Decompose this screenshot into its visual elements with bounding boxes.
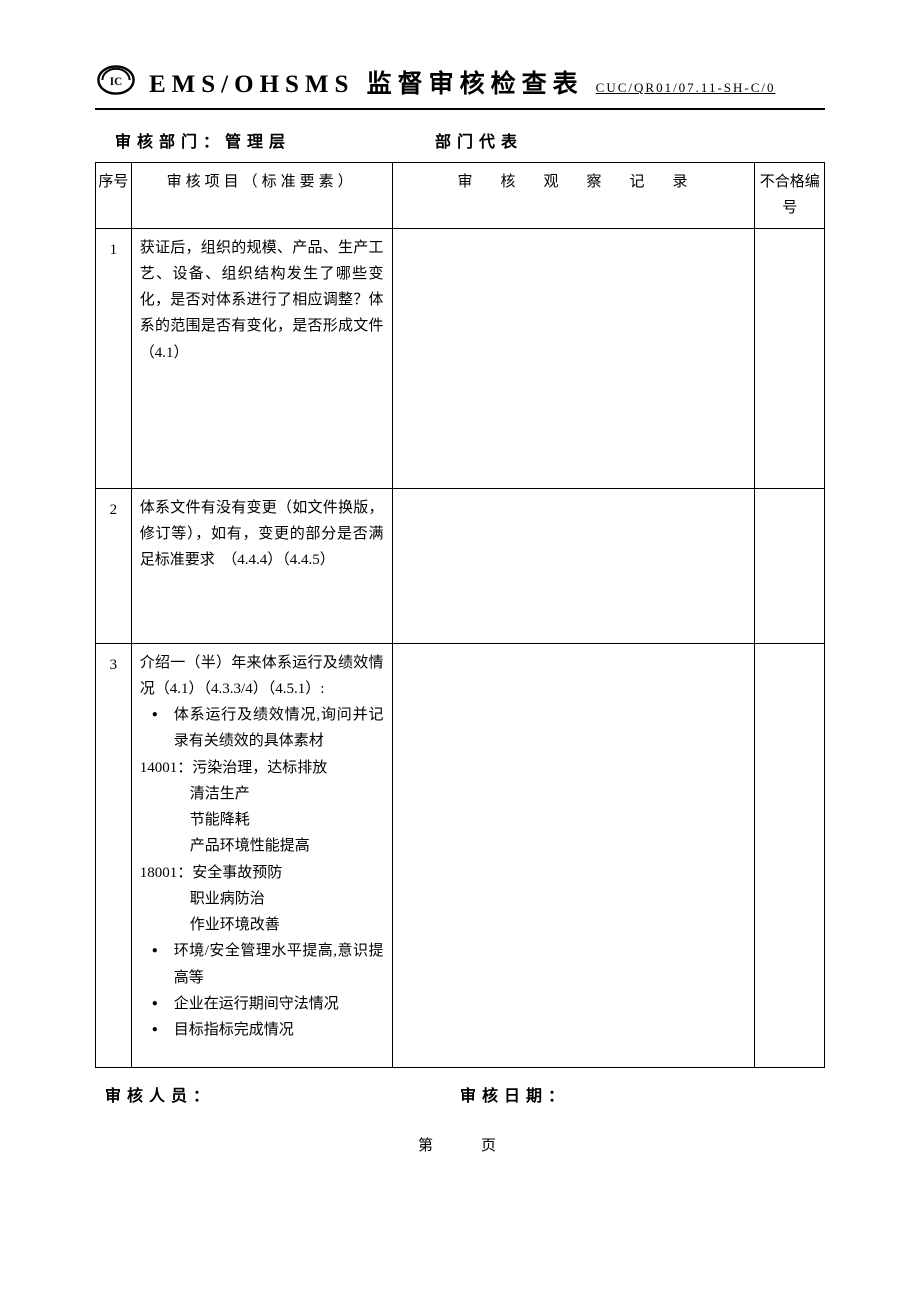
col-nc: 不合格编号 [755, 163, 825, 229]
row-num: 1 [96, 228, 132, 488]
s14001-item: 清洁生产 [140, 781, 384, 807]
bullet-item: ● 体系运行及绩效情况,询问并记录有关绩效的具体素材 [140, 702, 384, 755]
table-header-row: 序号 审核项目（标准要素） 审核观察记录 不合格编号 [96, 163, 825, 229]
bullet-icon: ● [152, 1017, 174, 1043]
table-row: 1 获证后，组织的规模、产品、生产工艺、设备、组织结构发生了哪些变化，是否对体系… [96, 228, 825, 488]
footer-row: 审核人员： 审核日期： [105, 1082, 825, 1106]
row-nc [755, 643, 825, 1068]
bullet-icon: ● [152, 702, 174, 728]
row-nc [755, 488, 825, 643]
row-record [392, 228, 755, 488]
row-item: 体系文件有没有变更（如文件换版，修订等），如有，变更的部分是否满足标准要求 （4… [131, 488, 392, 643]
s14001-label: 14001： [140, 760, 193, 776]
row-num: 2 [96, 488, 132, 643]
dept-value: 管理层 [225, 134, 291, 151]
item-intro: 介绍一（半）年来体系运行及绩效情况（4.1）（4.3.3/4）（4.5.1）: [140, 650, 384, 703]
svg-text:IC: IC [110, 76, 122, 88]
dept-label: 审核部门： [115, 134, 225, 151]
col-num: 序号 [96, 163, 132, 229]
s18001-label: 18001： [140, 865, 193, 881]
s18001-item: 职业病防治 [140, 886, 384, 912]
col-record: 审核观察记录 [392, 163, 755, 229]
row-nc [755, 228, 825, 488]
s14001-item: 污染治理，达标排放 [192, 760, 327, 776]
bullet-item: ● 环境/安全管理水平提高,意识提高等 [140, 938, 384, 991]
row-item: 获证后，组织的规模、产品、生产工艺、设备、组织结构发生了哪些变化，是否对体系进行… [131, 228, 392, 488]
bullet-item: ● 目标指标完成情况 [140, 1017, 384, 1043]
item-text: 体系文件有没有变更（如文件换版，修订等），如有，变更的部分是否满足标准要求 （4… [140, 495, 384, 574]
section-18001: 18001：安全事故预防 [140, 860, 384, 886]
bullet-text: 目标指标完成情况 [174, 1017, 384, 1043]
bullet-text: 企业在运行期间守法情况 [174, 991, 384, 1017]
page-number: 第 页 [95, 1134, 825, 1155]
item-text: 获证后，组织的规模、产品、生产工艺、设备、组织结构发生了哪些变化，是否对体系进行… [140, 235, 384, 366]
bullet-icon: ● [152, 938, 174, 964]
document-code: CUC/QR01/07.11-SH-C/0 [596, 80, 776, 96]
document-title: EMS/OHSMS 监督审核检查表 [149, 64, 584, 100]
s14001-item: 节能降耗 [140, 807, 384, 833]
table-row: 2 体系文件有没有变更（如文件换版，修订等），如有，变更的部分是否满足标准要求 … [96, 488, 825, 643]
bullet-icon: ● [152, 991, 174, 1017]
document-header: IC EMS/OHSMS 监督审核检查表 CUC/QR01/07.11-SH-C… [95, 60, 825, 110]
s14001-item: 产品环境性能提高 [140, 833, 384, 859]
s18001-item: 作业环境改善 [140, 912, 384, 938]
s18001-item: 安全事故预防 [192, 865, 282, 881]
row-num: 3 [96, 643, 132, 1068]
audit-date-label: 审核日期： [460, 1082, 570, 1106]
bullet-item: ● 企业在运行期间守法情况 [140, 991, 384, 1017]
cuc-logo-icon: IC [95, 64, 137, 96]
row-record [392, 643, 755, 1068]
table-row: 3 介绍一（半）年来体系运行及绩效情况（4.1）（4.3.3/4）（4.5.1）… [96, 643, 825, 1068]
section-14001: 14001：污染治理，达标排放 [140, 755, 384, 781]
row-record [392, 488, 755, 643]
auditor-label: 审核人员： [105, 1082, 460, 1106]
rep-label: 部门代表 [435, 134, 523, 151]
bullet-text: 环境/安全管理水平提高,意识提高等 [174, 938, 384, 991]
row-item: 介绍一（半）年来体系运行及绩效情况（4.1）（4.3.3/4）（4.5.1）: … [131, 643, 392, 1068]
bullet-text: 体系运行及绩效情况,询问并记录有关绩效的具体素材 [174, 702, 384, 755]
col-item: 审核项目（标准要素） [131, 163, 392, 229]
checklist-table: 序号 审核项目（标准要素） 审核观察记录 不合格编号 1 获证后，组织的规模、产… [95, 162, 825, 1068]
meta-row: 审核部门：管理层 部门代表 [115, 128, 825, 152]
